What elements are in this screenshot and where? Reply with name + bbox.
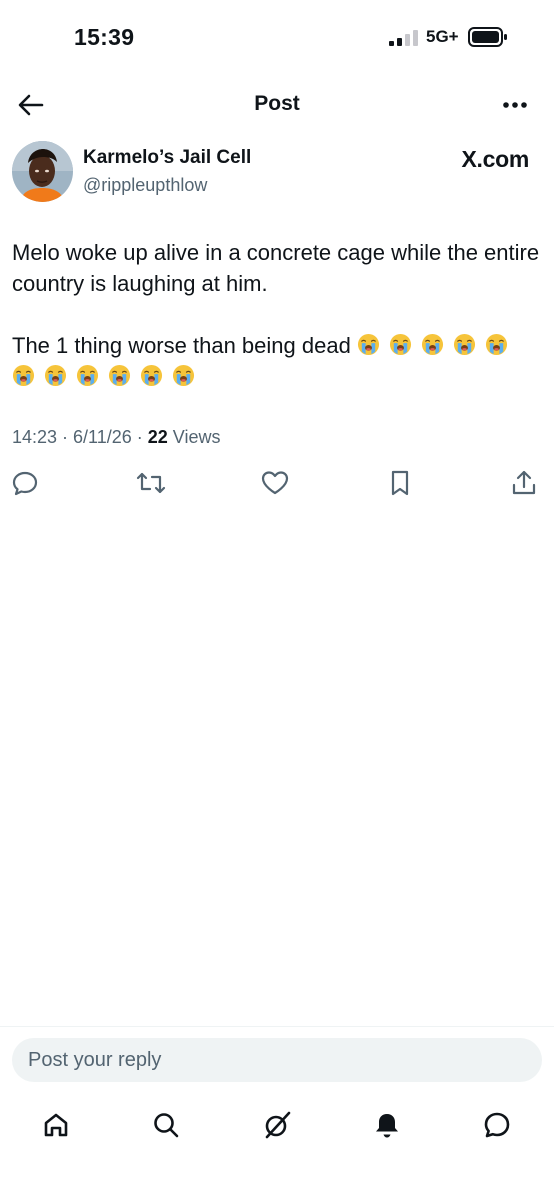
back-button[interactable] (14, 90, 48, 120)
reply-icon (12, 471, 38, 496)
crying-emoji-icon (357, 333, 380, 356)
bookmark-icon (391, 470, 409, 496)
tab-search[interactable] (147, 1106, 185, 1144)
status-time: 15:39 (74, 24, 135, 50)
crying-emoji-icon (76, 364, 99, 387)
more-button[interactable] (498, 90, 532, 120)
crying-emoji-icon (421, 333, 444, 356)
crying-emoji-icon (172, 364, 195, 387)
post-text-line-2: The 1 thing worse than being dead (12, 330, 542, 392)
post-actions (0, 467, 554, 499)
composer-divider (0, 1026, 554, 1027)
messages-icon (484, 1112, 510, 1138)
signal-icon (389, 30, 418, 46)
status-bar: 15:39 5G+ (0, 0, 554, 72)
post-text: Melo woke up alive in a concrete cage wh… (12, 237, 542, 392)
grok-icon (265, 1111, 291, 1139)
arrow-left-icon (18, 94, 44, 116)
post-text-line-2-text: The 1 thing worse than being dead (12, 333, 351, 358)
crying-emoji-icon (108, 364, 131, 387)
tab-grok[interactable] (258, 1106, 296, 1144)
reply-input[interactable] (12, 1038, 542, 1082)
like-button[interactable] (259, 467, 291, 499)
source-logo: X.com (461, 146, 529, 172)
reply-composer (12, 1038, 542, 1082)
crying-emoji-icon (44, 364, 67, 387)
tab-home[interactable] (37, 1106, 75, 1144)
network-type: 5G+ (426, 27, 459, 46)
crying-emoji-icon (453, 333, 476, 356)
repost-icon (136, 472, 166, 494)
post-text-line-1: Melo woke up alive in a concrete cage wh… (12, 240, 540, 296)
notifications-icon (376, 1114, 398, 1138)
search-icon (154, 1113, 179, 1138)
repost-button[interactable] (135, 467, 167, 499)
tab-bar (0, 1102, 554, 1148)
tab-messages[interactable] (478, 1106, 516, 1144)
share-button[interactable] (508, 467, 540, 499)
reply-button[interactable] (9, 467, 41, 499)
views-label: Views (167, 427, 221, 447)
views-count: 22 (147, 427, 168, 447)
author-display-name[interactable]: Karmelo’s Jail Cell (83, 147, 251, 169)
home-icon (44, 1113, 68, 1137)
post-timestamp: 14:23 · 6/11/26 · (12, 427, 148, 447)
crying-emoji-icon (140, 364, 163, 387)
like-icon (261, 471, 289, 495)
page-title: Post (254, 92, 300, 115)
crying-emoji-icon (12, 364, 35, 387)
crying-emoji-icon (485, 333, 508, 356)
more-horizontal-icon (503, 102, 527, 108)
tab-notifications[interactable] (368, 1106, 406, 1144)
avatar-image (12, 141, 73, 202)
author-handle[interactable]: @rippleupthlow (83, 175, 207, 196)
battery-icon (468, 27, 507, 47)
avatar[interactable] (12, 141, 73, 202)
bookmark-button[interactable] (384, 467, 416, 499)
nav-bar: Post (0, 80, 554, 130)
post-meta: 14:23 · 6/11/26 · 22 Views (12, 427, 221, 448)
share-icon (512, 470, 536, 495)
crying-emoji-icon (389, 333, 412, 356)
